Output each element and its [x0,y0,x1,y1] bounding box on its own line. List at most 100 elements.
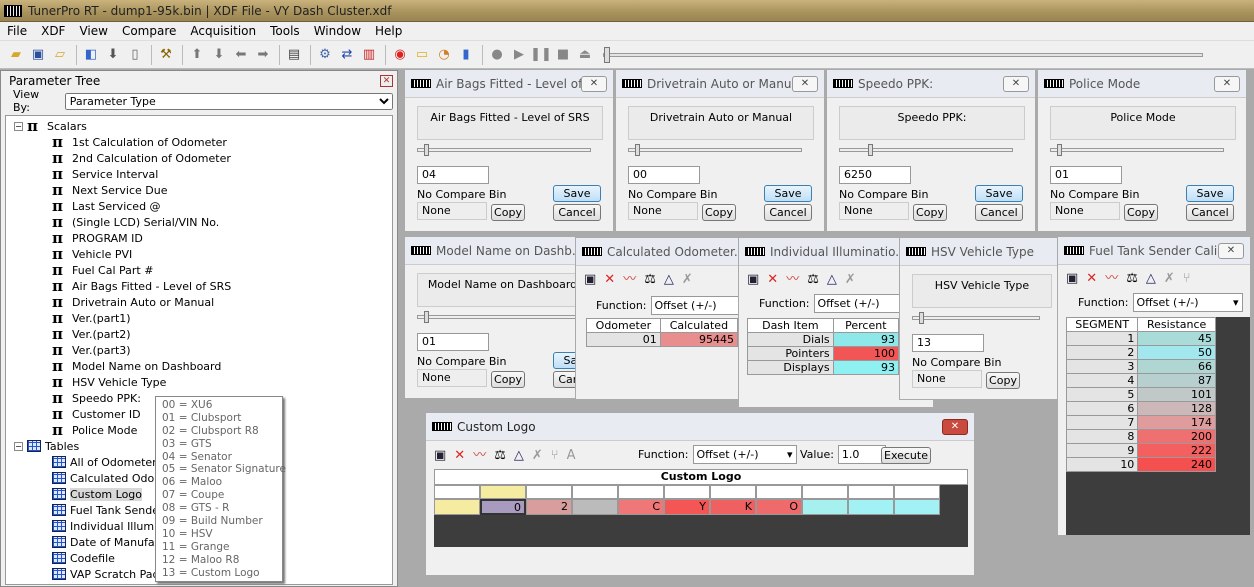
table-cell[interactable]: 87 [1137,373,1216,388]
menu-file[interactable]: File [0,24,34,38]
delete-icon[interactable]: ✕ [767,273,778,286]
value-input[interactable]: 1.0 [837,445,886,464]
tree-item[interactable]: Date of Manufact [70,536,165,549]
compare-icon[interactable]: ▥ [359,45,379,65]
table-cell[interactable]: 222 [1137,443,1216,458]
table-cell[interactable]: 240 [1137,457,1216,472]
collapse-icon[interactable]: − [14,121,23,131]
right-arrow-icon[interactable]: ➡ [253,45,273,65]
value-slider[interactable] [912,312,1040,324]
table-cell[interactable]: C [618,499,664,515]
cancel-button[interactable]: Cancel [1186,204,1234,221]
open-file-icon[interactable]: ▱ [50,45,70,65]
eject-icon[interactable]: ⏏ [575,45,595,65]
copy-button[interactable]: Copy [702,204,736,221]
value-input[interactable]: 04 [417,166,489,184]
tree-group-scalars[interactable]: Scalars [47,120,87,133]
collapse-icon[interactable]: − [14,441,23,451]
function-select[interactable]: Offset (+/-) [692,445,797,464]
view-by-select[interactable]: Parameter Type [64,92,393,110]
balance-icon[interactable]: ⚖ [494,449,506,462]
triangle-icon[interactable]: △ [664,273,674,286]
triangle-icon[interactable]: △ [1146,272,1156,285]
menu-help[interactable]: Help [368,24,409,38]
graph-icon[interactable]: 〰 [623,273,636,286]
chip-icon[interactable]: ▤ [284,45,304,65]
playback-slider[interactable] [603,46,1203,63]
tree-item[interactable]: Customer ID [72,408,141,421]
chart-icon[interactable]: ▮ [456,45,476,65]
value-input[interactable]: 13 [912,334,984,352]
function-select[interactable]: Offset (+/-) [650,296,739,315]
triangle-icon[interactable]: △ [827,273,837,286]
x-icon[interactable]: ✗ [682,273,693,286]
tree-icon[interactable]: ⑂ [551,449,559,462]
table-cell[interactable]: 50 [1137,345,1216,360]
tree-item[interactable]: Next Service Due [72,184,167,197]
gauge-icon[interactable]: ◔ [434,45,454,65]
record-icon[interactable]: ● [487,45,507,65]
stop-red-icon[interactable]: ◉ [390,45,410,65]
play-icon[interactable]: ▶ [509,45,529,65]
tree-item[interactable]: Vehicle PVI [72,248,132,261]
save-button[interactable]: Save [764,185,812,202]
table-cell[interactable]: Y [664,499,710,515]
table-cell[interactable]: 0 [480,499,526,515]
blank-doc-icon[interactable]: ▯ [125,45,145,65]
table-cell[interactable]: 200 [1137,429,1216,444]
tool-icon[interactable]: ⚒ [156,45,176,65]
tree-item[interactable]: HSV Vehicle Type [72,376,166,389]
copy-button[interactable]: Copy [986,372,1020,389]
save-icon[interactable]: ▣ [747,273,759,286]
copy-button[interactable]: Copy [913,204,947,221]
tree-item[interactable]: Drivetrain Auto or Manual [72,296,214,309]
down-arrow-icon[interactable]: ⬇ [209,45,229,65]
tree-icon[interactable]: ⑂ [1183,272,1191,285]
table-cell[interactable]: O [756,499,802,515]
table-cell[interactable]: 66 [1137,359,1216,374]
table-cell[interactable]: 100 [832,346,900,361]
table-cell[interactable] [802,499,848,515]
tree-item[interactable]: Fuel Cal Part # [72,264,153,277]
value-slider[interactable] [839,144,1013,156]
tree-item[interactable]: Air Bags Fitted - Level of SRS [72,280,231,293]
value-slider[interactable] [628,144,802,156]
tree-item[interactable]: Last Serviced @ [72,200,161,213]
tree-item[interactable]: 2nd Calculation of Odometer [72,152,231,165]
balance-icon[interactable]: ⚖ [644,273,656,286]
table-cell[interactable] [434,499,480,515]
tree-item[interactable]: 1st Calculation of Odometer [72,136,227,149]
tree-item[interactable]: Model Name on Dashboard [72,360,221,373]
close-button[interactable]: ✕ [581,75,607,92]
delete-icon[interactable]: ✕ [604,273,615,286]
graph-icon[interactable]: 〰 [786,273,799,286]
up-arrow-icon[interactable]: ⬆ [187,45,207,65]
execute-button[interactable]: Execute [881,447,931,464]
menu-tools[interactable]: Tools [263,24,307,38]
cancel-button[interactable]: Cancel [975,204,1023,221]
copy-button[interactable]: Copy [1124,204,1158,221]
x-icon[interactable]: ✗ [1164,272,1175,285]
save-icon[interactable]: ▣ [584,273,596,286]
table-cell[interactable]: 93 [832,332,900,347]
close-button[interactable]: ✕ [1003,75,1029,92]
table-cell[interactable]: 2 [526,499,572,515]
save-icon[interactable]: ▣ [434,449,446,462]
value-slider[interactable] [1050,144,1224,156]
export-icon[interactable]: ◧ [81,45,101,65]
tree-item[interactable]: Ver.(part2) [72,328,131,341]
swap-icon[interactable]: ⇄ [337,45,357,65]
pause-icon[interactable]: ❚❚ [530,45,552,65]
copy-button[interactable]: Copy [491,204,525,221]
menu-xdf[interactable]: XDF [34,24,72,38]
value-input[interactable]: 6250 [839,166,911,184]
save-icon[interactable]: ▣ [28,45,48,65]
menu-acquisition[interactable]: Acquisition [183,24,263,38]
graph-icon[interactable]: 〰 [473,449,486,462]
table-cell[interactable] [848,499,894,515]
table-cell[interactable]: 95445 [659,332,739,347]
menu-view[interactable]: View [72,24,114,38]
settings-icon[interactable]: ⚙ [315,45,335,65]
tree-item[interactable]: (Single LCD) Serial/VIN No. [72,216,219,229]
tree-item[interactable]: Custom Logo [70,487,143,501]
